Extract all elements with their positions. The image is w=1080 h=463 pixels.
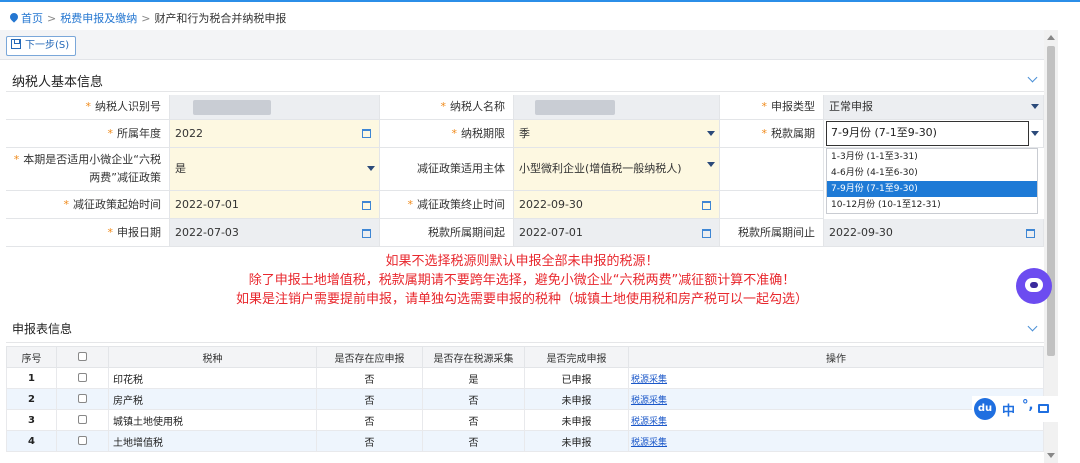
period-select[interactable]: 季 [514, 120, 720, 148]
taxpayer-id-label: * 纳税人识别号 [6, 95, 170, 120]
period-start-field: 2022-07-01 [514, 219, 720, 247]
reduction-end-label: * 减征政策终止时间 [380, 191, 514, 219]
calendar-icon [702, 229, 711, 238]
table-row[interactable]: 2 房产税 否 否 未申报 税源采集 [6, 388, 1044, 410]
small-enterprise-label: * 本期是否适用小微企业“六税 两费”减征政策 [6, 148, 170, 191]
table-row[interactable]: 1 印花税 否 是 已申报 税源采集 [6, 367, 1044, 389]
column-header [56, 346, 109, 368]
keyboard-icon[interactable] [1038, 404, 1049, 413]
small-enterprise-select[interactable]: 是 [170, 148, 380, 191]
calendar-icon[interactable] [362, 129, 371, 138]
scrollbar-thumb[interactable] [1047, 46, 1055, 356]
calendar-icon[interactable] [702, 201, 711, 210]
section-title: 申报表信息 [12, 322, 73, 336]
declare-date-label: * 申报日期 [6, 219, 170, 247]
column-header: 是否完成申报 [524, 346, 629, 368]
period-label: * 纳税期限 [380, 120, 514, 148]
row-checkbox[interactable] [78, 373, 87, 382]
tax-period-label: * 税款属期 [720, 120, 824, 148]
tax-source-link[interactable]: 税源采集 [631, 438, 667, 448]
table-row[interactable]: 4 土地增值税 否 否 未申报 税源采集 [6, 430, 1044, 452]
reduction-subject-label: 减征政策适用主体 [380, 148, 514, 191]
period-end-field: 2022-09-30 [824, 219, 1044, 247]
scroll-up-icon[interactable] [1047, 35, 1055, 40]
row-checkbox[interactable] [78, 415, 87, 424]
year-input[interactable]: 2022 [170, 120, 380, 148]
declaration-table: 序号 税种 是否存在应申报 是否存在税源采集 是否完成申报 操作 1 印花税 否… [6, 346, 1044, 452]
tax-period-option[interactable]: 10-12月份 (10-1至12-31) [827, 197, 1037, 213]
breadcrumb-current: 财产和行为税合并纳税申报 [154, 12, 287, 25]
redacted-value [193, 99, 271, 115]
tax-period-option[interactable]: 4-6月份 (4-1至6-30) [827, 165, 1037, 181]
tax-source-link[interactable]: 税源采集 [631, 375, 667, 385]
chevron-down-icon[interactable] [1027, 72, 1038, 83]
taxpayer-id-field [170, 95, 380, 120]
tax-period-dropdown-list[interactable]: 1-3月份 (1-1至3-31) 4-6月份 (4-1至6-30) 7-9月份 … [826, 148, 1038, 214]
period-end-label: 税款所属期间止 [720, 219, 824, 247]
breadcrumb: 首页 > 税费申报及缴纳 > 财产和行为税合并纳税申报 [10, 10, 286, 26]
breadcrumb-home[interactable]: 首页 [21, 12, 43, 25]
calendar-icon [362, 229, 371, 238]
redacted-value [535, 99, 615, 115]
save-icon [11, 39, 21, 49]
warning-line-1: 如果不选择税源则默认申报全部未申报的税源！ [385, 254, 659, 269]
period-start-label: 税款所属期间起 [380, 219, 514, 247]
select-all-checkbox[interactable] [78, 352, 87, 361]
warning-line-2: 除了申报土地增值税，税款属期请不要跨年选择，避免小微企业“六税两费”减征额计算不… [248, 273, 796, 288]
tax-source-link[interactable]: 税源采集 [631, 396, 667, 406]
declare-type-label: * 申报类型 [720, 95, 824, 120]
row-checkbox[interactable] [78, 394, 87, 403]
ime-punctuation-toggle[interactable]: °, [1022, 398, 1033, 413]
column-header: 序号 [6, 346, 57, 368]
declare-type-select[interactable]: 正常申报 [824, 95, 1044, 120]
basic-info-header[interactable]: 纳税人基本信息 [6, 66, 1044, 92]
section-title: 纳税人基本信息 [12, 75, 104, 90]
dropdown-arrow-icon [1031, 104, 1039, 109]
scroll-down-icon[interactable] [1047, 453, 1055, 458]
calendar-icon [1026, 229, 1035, 238]
reduction-start-label: * 减征政策起始时间 [6, 191, 170, 219]
assistant-robot-icon[interactable] [1016, 268, 1052, 304]
tax-period-select[interactable]: 7-9月份 (7-1至9-30) [826, 121, 1029, 146]
column-header: 税种 [108, 346, 317, 368]
dropdown-arrow-icon [707, 162, 715, 167]
tax-source-link[interactable]: 税源采集 [631, 417, 667, 427]
tax-period-option[interactable]: 7-9月份 (7-1至9-30) [827, 181, 1037, 197]
tax-period-option[interactable]: 1-3月份 (1-1至3-31) [827, 149, 1037, 165]
declaration-header[interactable]: 申报表信息 [6, 313, 1044, 343]
location-pin-icon [10, 13, 18, 23]
declare-date-field: 2022-07-03 [170, 219, 380, 247]
empty-cell [720, 191, 824, 219]
empty-cell [720, 148, 824, 191]
top-bar: 首页 > 税费申报及缴纳 > 财产和行为税合并纳税申报 [0, 0, 1080, 30]
breadcrumb-tax-declare[interactable]: 税费申报及缴纳 [60, 12, 137, 25]
taxpayer-name-field [514, 95, 720, 120]
chevron-down-icon[interactable] [1027, 321, 1038, 332]
table-row[interactable]: 3 城镇土地使用税 否 否 未申报 税源采集 [6, 409, 1044, 431]
warning-line-3: 如果是注销户需要提前申报，请单独勾选需要申报的税种（城镇土地使用税和房产税可以一… [235, 292, 808, 307]
dropdown-arrow-icon [707, 131, 715, 136]
calendar-icon[interactable] [362, 201, 371, 210]
ime-language-toggle[interactable]: 中 [1002, 400, 1015, 419]
reduction-start-input[interactable]: 2022-07-01 [170, 191, 380, 219]
column-header: 操作 [628, 346, 1044, 368]
column-header: 是否存在税源采集 [422, 346, 525, 368]
column-header: 是否存在应申报 [316, 346, 423, 368]
row-checkbox[interactable] [78, 436, 87, 445]
toolbar: 下一步(S) [0, 30, 1044, 60]
baidu-ime-icon[interactable]: du [974, 398, 996, 420]
reduction-subject-select[interactable]: 小型微利企业(增值税一般纳税人) [514, 148, 720, 191]
reduction-end-input[interactable]: 2022-09-30 [514, 191, 720, 219]
dropdown-arrow-icon [367, 166, 375, 171]
next-step-button[interactable]: 下一步(S) [6, 36, 77, 56]
year-label: * 所属年度 [6, 120, 170, 148]
dropdown-arrow-icon[interactable] [1031, 131, 1039, 136]
taxpayer-name-label: * 纳税人名称 [380, 95, 514, 120]
ime-toolbar[interactable]: du 中 °, [972, 396, 1058, 422]
